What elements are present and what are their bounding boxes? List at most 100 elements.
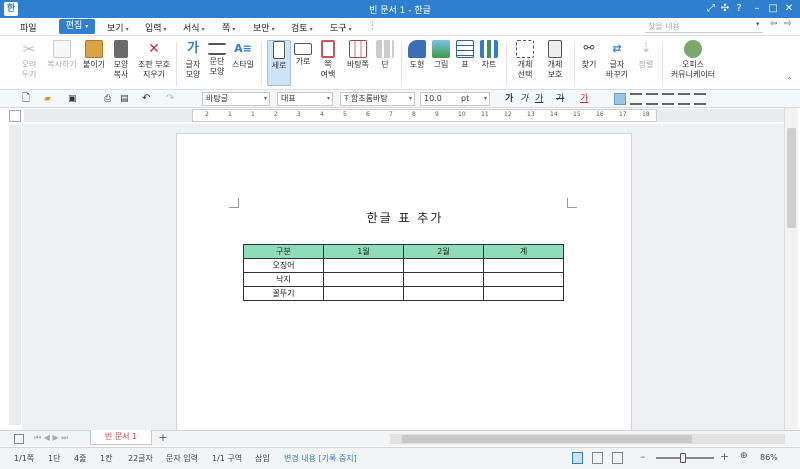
zoom-slider[interactable] [656, 453, 714, 463]
language-select[interactable]: 대표 ▾ [277, 92, 333, 106]
menu-format[interactable]: 서식 ▾ [183, 21, 205, 34]
para-shape-button[interactable]: 문단 모양 [204, 40, 230, 77]
redo-icon[interactable]: ↷ [166, 93, 174, 105]
close-icon[interactable]: ✕ [782, 2, 796, 16]
menu-security[interactable]: 보안 ▾ [253, 21, 275, 34]
menu-review[interactable]: 검토 ▾ [291, 21, 313, 34]
strikethrough-icon[interactable]: 가 [556, 93, 564, 105]
save-icon[interactable]: ▣ [68, 93, 77, 105]
paste-button[interactable]: 붙이기 [80, 40, 108, 70]
char-shape-button[interactable]: 가 글자 모양 [180, 40, 206, 80]
object-protect-button[interactable]: 개체 보호 [540, 40, 570, 80]
zoom-in-icon[interactable]: + [720, 450, 729, 463]
clear-markup-button[interactable]: ✕ 조판 부호 지우기 [134, 40, 174, 80]
search-prev-icon[interactable]: ⇦ [770, 19, 778, 29]
cut-button[interactable]: ✂ 오려 두기 [14, 40, 44, 80]
replace-button[interactable]: ⇄ 글자 바꾸기 [602, 40, 632, 80]
format-painter-button[interactable]: 모양 복사 [108, 40, 134, 80]
shape-button[interactable]: 도형 [405, 40, 429, 70]
fullscreen-icon[interactable]: ⤢ [704, 2, 718, 16]
object-select-button[interactable]: 개체 선택 [510, 40, 540, 80]
table-cell[interactable] [403, 258, 484, 273]
table-cell[interactable] [483, 286, 564, 301]
view-page-icon[interactable] [572, 452, 583, 464]
menu-insert[interactable]: 입력 ▾ [145, 21, 167, 34]
copy-button[interactable]: 복사하기 [44, 40, 80, 70]
page-margin-button[interactable]: 쪽 여백 [316, 40, 340, 80]
align-right-icon[interactable] [662, 93, 674, 105]
table-cell[interactable] [323, 286, 404, 301]
table-cell[interactable] [323, 258, 404, 273]
find-button[interactable]: ⚯ 찾기 [578, 40, 600, 70]
status-page[interactable]: 1/1쪽 [14, 453, 34, 464]
table-header-cell[interactable]: 1월 [323, 244, 404, 259]
align-divide-icon[interactable] [694, 93, 706, 105]
master-page-button[interactable]: 바탕쪽 [342, 40, 374, 70]
print-icon[interactable]: ⎙ [104, 93, 111, 105]
view-fit-icon[interactable] [592, 452, 603, 464]
chart-button[interactable]: 차트 [478, 40, 500, 70]
status-track-changes[interactable]: 변경 내용 [기록 중지] [284, 453, 357, 464]
search-next-icon[interactable]: ⇨ [784, 19, 792, 29]
style-select[interactable]: 바탕글 ▾ [202, 92, 270, 106]
style-button[interactable]: A≡ 스타일 [230, 40, 256, 70]
table-button[interactable]: 표 [454, 40, 476, 70]
table-cell[interactable] [483, 272, 564, 287]
preview-icon[interactable]: ▤ [120, 93, 129, 105]
menu-tools[interactable]: 도구 ▾ [330, 21, 352, 34]
zoom-out-icon[interactable]: – [640, 450, 646, 463]
horizontal-scrollbar[interactable] [390, 434, 785, 444]
document-page[interactable]: 한글 표 추가 구분 1월 2월 계 오징어 낙지 꼴뚜기 [176, 133, 632, 433]
underline-icon[interactable]: 가 [535, 93, 543, 105]
align-left-icon[interactable] [630, 93, 642, 105]
zoom-value[interactable]: 86% [760, 453, 778, 462]
help-icon[interactable]: ? [732, 2, 746, 16]
document-title[interactable]: 한글 표 추가 [177, 209, 633, 226]
table-header-cell[interactable]: 2월 [403, 244, 484, 259]
table-cell[interactable] [483, 258, 564, 273]
add-tab-button[interactable]: + [156, 431, 170, 444]
sort-button[interactable]: ⇣ 정렬 [634, 40, 658, 70]
menu-view[interactable]: 보기 ▾ [107, 21, 129, 34]
landscape-button[interactable]: 가로 [292, 40, 314, 67]
align-distribute-icon[interactable] [678, 93, 690, 105]
vertical-scrollbar[interactable] [784, 108, 798, 430]
portrait-button[interactable]: 세로 [267, 40, 291, 86]
view-multi-icon[interactable] [612, 452, 623, 464]
scroll-thumb[interactable] [787, 128, 796, 228]
ruler-toggle-icon[interactable] [9, 110, 21, 122]
font-color-icon[interactable]: 가 [580, 93, 588, 105]
horizontal-ruler[interactable]: 2 1 1 2 3 4 5 6 7 8 9 10 11 12 13 14 15 16 17 18 [24, 109, 784, 122]
table-cell[interactable]: 오징어 [243, 258, 324, 273]
new-doc-icon[interactable]: 🗋 [22, 93, 30, 105]
maximize-icon[interactable]: □ [766, 2, 780, 16]
status-insert[interactable]: 삽입 [255, 453, 270, 464]
office-communicator-button[interactable]: 오피스 커뮤니케이터 [666, 40, 720, 80]
status-input-mode[interactable]: 문자 입력 [166, 453, 198, 464]
vertical-ruler[interactable] [9, 125, 21, 425]
italic-icon[interactable]: 가 [520, 93, 528, 105]
zoom-icon[interactable]: ⊕ [740, 451, 748, 461]
tab-list-icon[interactable] [14, 434, 24, 444]
table-cell[interactable]: 낙지 [243, 272, 324, 287]
menu-page[interactable]: 쪽 ▾ [222, 21, 235, 34]
align-justify-icon[interactable] [614, 93, 626, 105]
search-input[interactable]: 찾을 내용 [645, 20, 763, 33]
menu-edit[interactable]: 편집 ▾ [59, 19, 95, 34]
column-button[interactable]: 단 [374, 40, 396, 70]
ribbon-collapse-icon[interactable]: ⌃ [786, 76, 793, 85]
menu-more-icon[interactable]: ⋮ [368, 21, 377, 31]
table-header-cell[interactable]: 계 [483, 244, 564, 259]
bold-icon[interactable]: 가 [505, 93, 513, 105]
font-select[interactable]: Ŧ 함초롬바탕 ▾ [340, 92, 415, 106]
tab-document[interactable]: 빈 문서 1 [90, 430, 152, 445]
table-cell[interactable] [403, 272, 484, 287]
table-cell[interactable] [403, 286, 484, 301]
minimize-icon[interactable]: – [750, 2, 764, 16]
table-header-cell[interactable]: 구분 [243, 244, 324, 259]
picture-button[interactable]: 그림 [430, 40, 452, 70]
align-center-icon[interactable] [646, 93, 658, 105]
open-folder-icon[interactable]: ▰ [44, 93, 51, 105]
zoom-thumb[interactable] [680, 453, 686, 463]
table-cell[interactable] [323, 272, 404, 287]
